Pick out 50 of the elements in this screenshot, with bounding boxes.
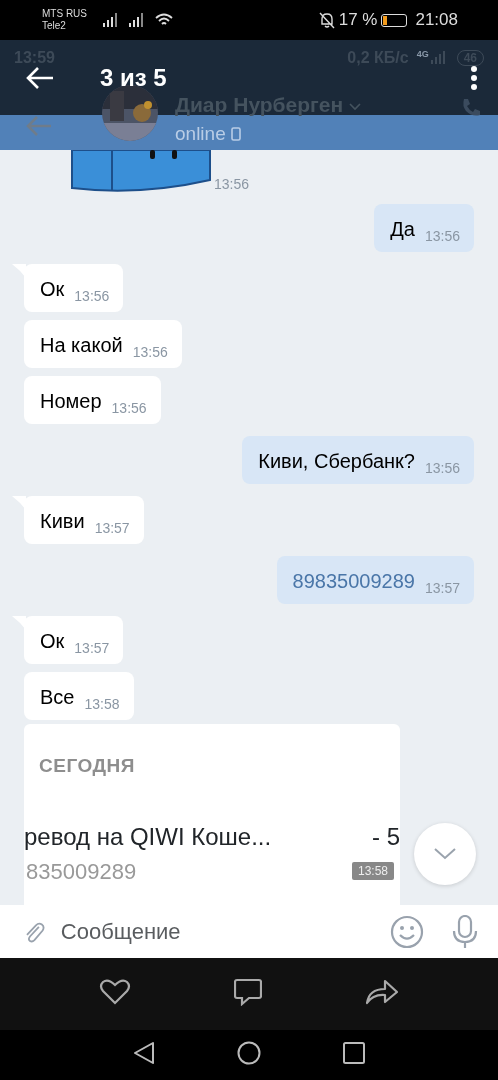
message-time: 13:56 (424, 459, 460, 478)
account-number: 835009289 (26, 857, 137, 886)
battery-percent: 17 % (338, 9, 378, 32)
home-nav-icon[interactable] (237, 1041, 261, 1065)
photo-counter: 3 из 5 (100, 62, 167, 93)
signal-icon (103, 13, 119, 27)
message-time: 13:56 (74, 287, 110, 306)
message-text: Киви, Сбербанк? (258, 449, 415, 474)
message-text: Номер (40, 389, 102, 414)
battery-icon (381, 13, 408, 27)
more-options-icon[interactable] (470, 64, 478, 91)
heart-icon[interactable] (99, 979, 132, 1005)
message-time: 13:56 (424, 227, 460, 246)
carrier-name: MTS RUS (42, 8, 87, 20)
message-text: Все (40, 685, 75, 710)
message-time: 13:56 (111, 399, 147, 418)
comment-icon[interactable] (234, 978, 262, 1006)
emoji-icon[interactable] (390, 914, 424, 949)
message-text: Ок (40, 277, 65, 302)
signal-icon (430, 51, 447, 64)
microphone-icon[interactable] (452, 914, 478, 949)
transfer-title: ревод на QIWI Коше... (24, 821, 272, 852)
message-text: Киви (40, 509, 85, 534)
message-time: 13:56 (132, 343, 168, 362)
wifi-icon (155, 13, 173, 27)
transfer-amount: - 5 (372, 821, 400, 852)
carrier-name: Tele2 (42, 20, 67, 32)
message-time: 13:58 (84, 695, 120, 714)
message-text[interactable]: 89835009289 (292, 566, 415, 596)
network-type: 4G (416, 48, 429, 61)
date-header: СЕГОДНЯ (39, 754, 136, 778)
message-text: На какой (40, 333, 123, 358)
contact-name: Диар Нурберген (175, 91, 344, 118)
signal-icon (129, 13, 145, 27)
share-icon[interactable] (364, 979, 399, 1005)
message-time: 13:57 (94, 519, 130, 538)
message-text: Ок (40, 629, 65, 654)
clock: 21:08 (415, 9, 458, 32)
message-time: 13:57 (424, 579, 460, 598)
muted-bell-icon (318, 11, 335, 29)
online-status: online (175, 122, 226, 146)
chevron-down-icon (349, 103, 362, 112)
message-time: 13:56 (214, 175, 250, 194)
back-nav-icon[interactable] (133, 1041, 155, 1065)
message-text: Да (390, 217, 415, 242)
chevron-down-icon (434, 848, 456, 860)
message-time: 13:57 (74, 639, 110, 658)
recent-apps-icon[interactable] (343, 1042, 365, 1064)
transfer-time: 13:58 (351, 862, 394, 880)
phone-device-icon (230, 127, 241, 142)
